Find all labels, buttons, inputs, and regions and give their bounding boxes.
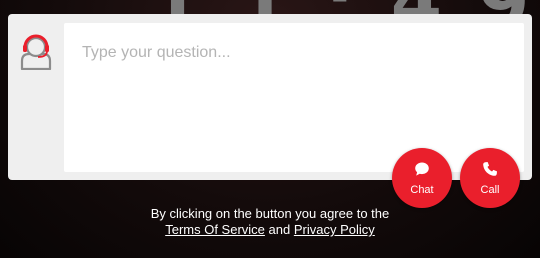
terms-of-service-link[interactable]: Terms Of Service: [165, 222, 265, 237]
question-panel: [8, 14, 532, 180]
privacy-policy-link[interactable]: Privacy Policy: [294, 222, 375, 237]
call-button-label: Call: [480, 184, 500, 196]
chat-bubble-icon: [392, 160, 452, 177]
agent-avatar-icon: [20, 34, 52, 71]
consent-text: By clicking on the button you agree to t…: [150, 206, 390, 221]
consent-notice: By clicking on the button you agree to t…: [0, 206, 540, 238]
phone-icon: [460, 160, 520, 177]
call-button[interactable]: Call: [460, 148, 520, 208]
consent-links: Terms Of Service and Privacy Policy: [0, 222, 540, 238]
consent-joiner: and: [268, 222, 291, 237]
question-input[interactable]: [64, 23, 524, 172]
chat-button-label: Chat: [410, 184, 434, 196]
chat-button[interactable]: Chat: [392, 148, 452, 208]
